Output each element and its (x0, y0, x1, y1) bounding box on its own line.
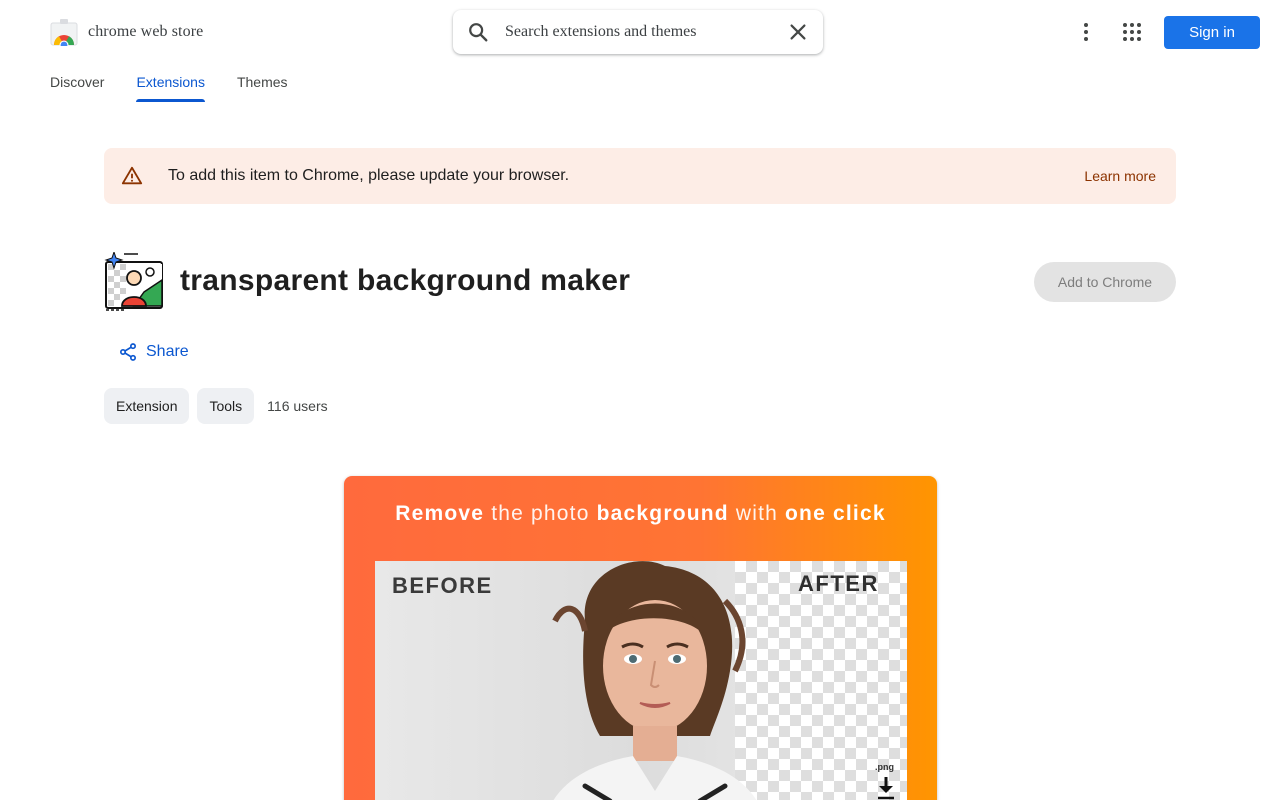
promo-headline-part: the photo (484, 502, 597, 525)
search-icon[interactable] (467, 21, 489, 43)
share-icon (118, 342, 138, 362)
png-label: .png (875, 762, 894, 772)
promo-screenshot[interactable]: Remove the photo background with one cli… (344, 476, 937, 800)
chip-extension[interactable]: Extension (104, 388, 190, 424)
learn-more-link[interactable]: Learn more (1084, 168, 1156, 184)
chrome-web-store-logo-icon (50, 18, 78, 50)
share-label: Share (146, 343, 189, 360)
before-label: BEFORE (392, 573, 493, 598)
portrait-photo (552, 561, 757, 800)
search-input[interactable] (505, 18, 775, 46)
promo-headline-part: background (596, 502, 729, 525)
extension-app-icon (104, 250, 164, 312)
promo-headline-part: one click (785, 502, 886, 525)
banner-message: To add this item to Chrome, please updat… (168, 167, 570, 184)
brand-name: chrome web store (88, 23, 204, 40)
warning-icon (121, 165, 143, 187)
share-button[interactable]: Share (118, 340, 189, 364)
chip-tools[interactable]: Tools (197, 388, 255, 424)
tab-discover[interactable]: Discover (50, 74, 104, 100)
category-chips: Extension Tools 116 users (104, 388, 328, 424)
download-icon (875, 775, 897, 800)
more-vert-icon[interactable] (1074, 20, 1098, 44)
close-icon[interactable] (787, 21, 809, 43)
brand[interactable]: chrome web store (50, 18, 204, 50)
apps-grid-icon[interactable] (1120, 20, 1144, 44)
add-to-chrome-button[interactable]: Add to Chrome (1034, 262, 1176, 302)
promo-headline-part: with (728, 502, 786, 525)
top-bar: chrome web store Sign in Discover Extens… (0, 0, 1280, 102)
update-browser-banner: To add this item to Chrome, please updat… (104, 148, 1176, 204)
after-label: AFTER (798, 571, 879, 596)
promo-headline-part: Remove (395, 502, 485, 525)
tab-extensions[interactable]: Extensions (136, 74, 206, 102)
category-tabs: Discover Extensions Themes (50, 74, 288, 102)
sign-in-button[interactable]: Sign in (1164, 16, 1260, 49)
before-after-image: BEFORE AFTER .png (375, 561, 907, 800)
tab-themes[interactable]: Themes (237, 74, 288, 100)
promo-headline: Remove the photo background with one cli… (344, 502, 937, 526)
user-count: 116 users (267, 398, 328, 414)
search-box[interactable] (453, 10, 823, 54)
extension-title: transparent background maker (180, 264, 631, 297)
